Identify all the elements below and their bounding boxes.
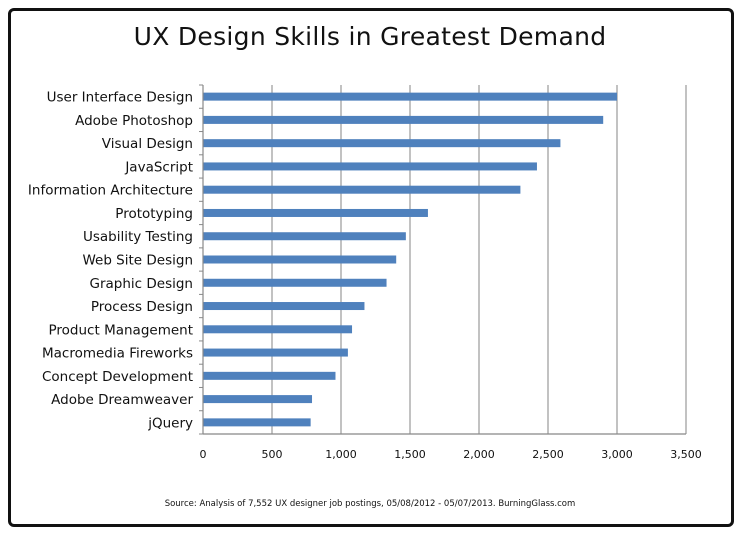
bar bbox=[203, 255, 397, 264]
bar bbox=[203, 185, 521, 194]
bar bbox=[203, 418, 311, 427]
category-label: Visual Design bbox=[102, 136, 193, 152]
category-label: Graphic Design bbox=[90, 276, 194, 292]
bar bbox=[203, 325, 353, 334]
x-tick-label: 2,000 bbox=[463, 448, 495, 461]
category-label: Adobe Dreamweaver bbox=[51, 392, 193, 408]
x-tick-label: 0 bbox=[200, 448, 207, 461]
x-tick-label: 2,500 bbox=[532, 448, 564, 461]
category-label: JavaScript bbox=[124, 159, 193, 175]
bar bbox=[203, 348, 348, 357]
bar bbox=[203, 139, 561, 148]
category-label: User Interface Design bbox=[47, 90, 193, 106]
bar bbox=[203, 302, 365, 311]
bar bbox=[203, 115, 604, 124]
category-label: Concept Development bbox=[42, 369, 193, 385]
category-label: Web Site Design bbox=[82, 253, 193, 269]
category-label: Product Management bbox=[49, 322, 193, 338]
bar bbox=[203, 371, 336, 380]
bar bbox=[203, 232, 406, 241]
tick-labels: 0 500 1,000 1,500 2,000 2,500 3,000 3,500 bbox=[200, 448, 702, 461]
category-label: Macromedia Fireworks bbox=[42, 346, 193, 362]
x-tick-label: 3,000 bbox=[601, 448, 633, 461]
category-label: Usability Testing bbox=[83, 229, 193, 245]
category-label: jQuery bbox=[147, 415, 193, 431]
category-labels: User Interface Design Adobe Photoshop Visu… bbox=[28, 90, 194, 432]
x-tick-label: 1,000 bbox=[325, 448, 357, 461]
bar bbox=[203, 92, 617, 101]
bar bbox=[203, 395, 313, 404]
x-tick-label: 3,500 bbox=[670, 448, 702, 461]
bar bbox=[203, 278, 387, 287]
bar-chart: User Interface Design Adobe Photoshop Visu… bbox=[28, 84, 702, 461]
bar bbox=[203, 162, 537, 171]
category-label: Adobe Photoshop bbox=[75, 113, 193, 129]
bar bbox=[203, 208, 428, 217]
x-tick-label: 1,500 bbox=[394, 448, 426, 461]
category-label: Prototyping bbox=[115, 206, 193, 222]
x-tick-label: 500 bbox=[262, 448, 283, 461]
category-label: Process Design bbox=[91, 299, 193, 315]
category-label: Information Architecture bbox=[28, 183, 193, 199]
source-note: Source: Analysis of 7,552 UX designer jo… bbox=[164, 499, 576, 509]
